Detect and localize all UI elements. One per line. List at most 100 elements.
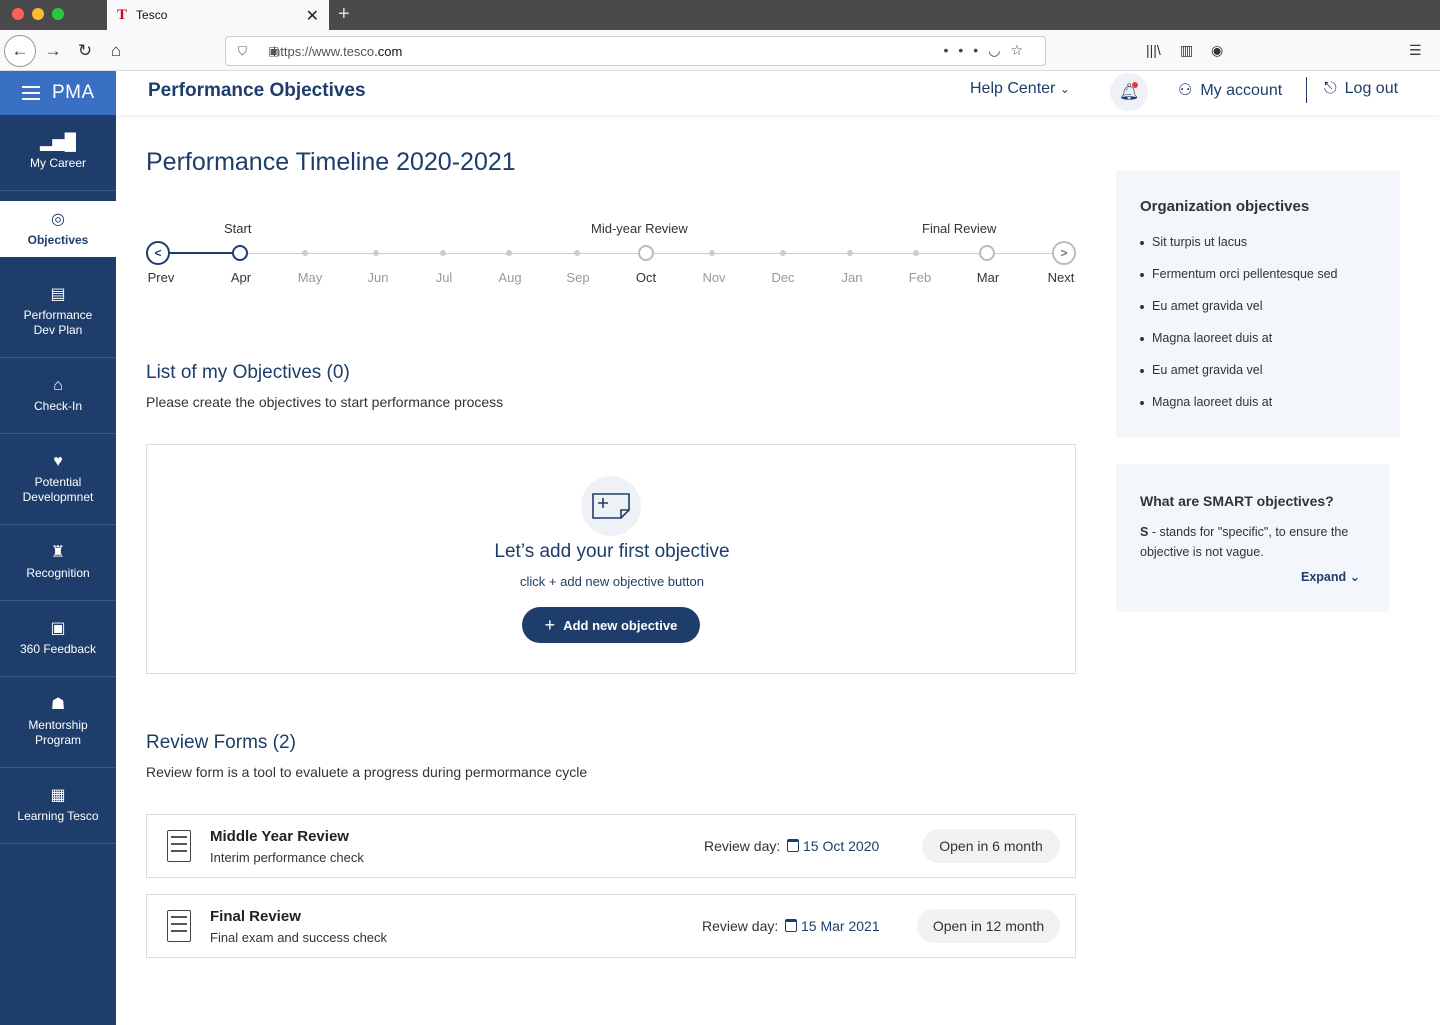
timeline-month: Dec: [771, 270, 795, 285]
sidebar-item-label: Objectives: [27, 232, 89, 247]
chevron-down-icon: ⌄: [1349, 570, 1361, 584]
back-icon[interactable]: ←: [4, 35, 36, 67]
timeline-progress: [158, 252, 240, 254]
sidebar-item-label: Mentorship Program: [28, 718, 88, 747]
more-icon[interactable]: •••: [944, 42, 989, 58]
my-account-label: My account: [1200, 82, 1283, 99]
timeline-dot: [780, 250, 786, 256]
close-window-button[interactable]: [12, 8, 24, 20]
review-date-value: 15 Oct 2020: [803, 838, 880, 854]
list-item: Magna laoreet duis at: [1140, 395, 1338, 427]
notifications-button[interactable]: 🔔︎: [1110, 73, 1148, 111]
library-icon[interactable]: |||\: [1146, 42, 1161, 58]
mentor-icon: ☗: [50, 696, 66, 713]
list-item: Eu amet gravida vel: [1140, 363, 1338, 395]
minimize-window-button[interactable]: [32, 8, 44, 20]
sidebar-item-360-feedback[interactable]: ▣ 360 Feedback: [0, 601, 116, 677]
logout-icon: ⎋: [1324, 80, 1337, 97]
sidebar-item-label: Potential Developmnet: [22, 475, 94, 504]
timeline-next-label[interactable]: Next: [1048, 270, 1075, 285]
timeline-month: Mar: [976, 270, 1000, 285]
star-icon[interactable]: ☆: [1010, 42, 1033, 58]
review-forms-title: Review Forms (2): [146, 732, 296, 753]
timeline-month: Sep: [566, 270, 590, 285]
book-icon: ▦: [50, 787, 66, 804]
sidebar-item-label: Check-In: [33, 399, 83, 413]
hamburger-icon[interactable]: [22, 82, 40, 104]
lock-icon[interactable]: ▣: [268, 44, 279, 58]
help-center-label: Help Center: [970, 80, 1056, 97]
timeline-prev-label[interactable]: Prev: [148, 270, 175, 285]
review-day-label: Review day:: [704, 838, 781, 854]
objectives-empty-state: Let’s add your first objective click + a…: [146, 444, 1076, 674]
timeline-title: Performance Timeline 2020-2021: [146, 148, 516, 176]
timeline-month: May: [297, 270, 323, 285]
timeline-month: Jan: [841, 270, 863, 285]
browser-tab[interactable]: T Tesco ✕: [107, 0, 329, 30]
url-text: https://www.tesco.com: [273, 43, 403, 59]
sidebar-item-learning-tesco[interactable]: ▦ Learning Tesco: [0, 768, 116, 844]
review-forms-subtitle: Review form is a tool to evaluete a prog…: [146, 764, 588, 780]
sidebar-item-objectives[interactable]: ◎ Objectives: [0, 201, 116, 257]
timeline-dot: [506, 250, 512, 256]
add-new-objective-button[interactable]: + Add new objective: [522, 607, 700, 643]
reader-icon[interactable]: ▥: [1180, 42, 1193, 59]
browser-titlebar: T Tesco ✕ +: [0, 0, 1440, 30]
feedback-icon: ▣: [50, 620, 66, 637]
timeline-milestone-mid[interactable]: [638, 245, 654, 261]
expand-button[interactable]: Expand ⌄: [1301, 569, 1360, 584]
sidebar-item-potential-development[interactable]: ♥ Potential Developmnet: [0, 434, 116, 525]
timeline-milestone-start[interactable]: [232, 245, 248, 261]
app-header: Performance Objectives Help Center ⌄ 🔔︎ …: [116, 71, 1440, 115]
sidebar-item-performance-dev-plan[interactable]: ▤ Performance Dev Plan: [0, 267, 116, 358]
help-center-dropdown[interactable]: Help Center ⌄: [970, 80, 1070, 98]
review-card-final[interactable]: Final Review Final exam and success chec…: [146, 894, 1076, 958]
timeline-milestone-final[interactable]: [979, 245, 995, 261]
forward-icon[interactable]: →: [40, 38, 66, 64]
menu-icon[interactable]: ☰: [1409, 42, 1422, 59]
smart-title: What are SMART objectives?: [1140, 493, 1334, 509]
timeline-month: Aug: [498, 270, 522, 285]
sidebar-item-label: Learning Tesco: [17, 809, 99, 823]
sidebar-item-label: Performance Dev Plan: [23, 308, 93, 337]
objectives-title: List of my Objectives (0): [146, 362, 350, 383]
new-tab-icon[interactable]: +: [338, 3, 350, 26]
trophy-icon: ♜: [50, 544, 66, 561]
maximize-window-button[interactable]: [52, 8, 64, 20]
timeline-month: Nov: [702, 270, 726, 285]
sidebar-item-mentorship-program[interactable]: ☗ Mentorship Program: [0, 677, 116, 768]
timeline-prev-button[interactable]: <: [146, 241, 170, 265]
list-item: Fermentum orci pellentesque sed: [1140, 267, 1338, 299]
list-item: Eu amet gravida vel: [1140, 299, 1338, 331]
pocket-icon[interactable]: ◡: [988, 42, 1010, 58]
timeline-month: Oct: [635, 270, 657, 285]
sidebar-item-recognition[interactable]: ♜ Recognition: [0, 525, 116, 601]
bar-chart-icon: ▂▅█: [40, 134, 76, 151]
home-icon[interactable]: ⌂: [103, 38, 129, 64]
review-day-label: Review day:: [702, 918, 779, 934]
sidebar-item-my-career[interactable]: ▂▅█ My Career: [0, 115, 116, 191]
timeline-start-label: Start: [224, 221, 252, 236]
shield-icon[interactable]: ⛉: [238, 44, 247, 59]
timeline-dot: [913, 250, 919, 256]
sidebar-item-check-in[interactable]: ⌂ Check-In: [0, 358, 116, 434]
form-checklist-icon: [167, 830, 191, 862]
review-name: Final Review: [210, 908, 301, 925]
review-date: 15 Mar 2021: [785, 918, 880, 934]
organization-objectives-panel: Organization objectives Sit turpis ut la…: [1116, 170, 1400, 438]
my-account-link[interactable]: ⚇ My account: [1178, 80, 1282, 100]
timeline-next-button[interactable]: >: [1052, 241, 1076, 265]
list-item: Magna laoreet duis at: [1140, 331, 1338, 363]
chevron-down-icon: ⌄: [1059, 82, 1070, 96]
review-card-middle-year[interactable]: Middle Year Review Interim performance c…: [146, 814, 1076, 878]
timeline-dot: [847, 250, 853, 256]
reload-icon[interactable]: ↻: [72, 38, 98, 64]
url-bar[interactable]: ⛉ ▣ https://www.tesco.com •••◡☆: [225, 36, 1046, 66]
close-tab-icon[interactable]: ✕: [306, 6, 319, 26]
empty-state-title: Let’s add your first objective: [494, 541, 730, 562]
profile-icon[interactable]: ◉: [1211, 42, 1223, 59]
logout-link[interactable]: ⎋ Log out: [1324, 80, 1398, 98]
sidebar-header[interactable]: PMA: [0, 71, 116, 115]
timeline-month: Jul: [435, 270, 453, 285]
sidebar-item-label: 360 Feedback: [19, 642, 97, 656]
